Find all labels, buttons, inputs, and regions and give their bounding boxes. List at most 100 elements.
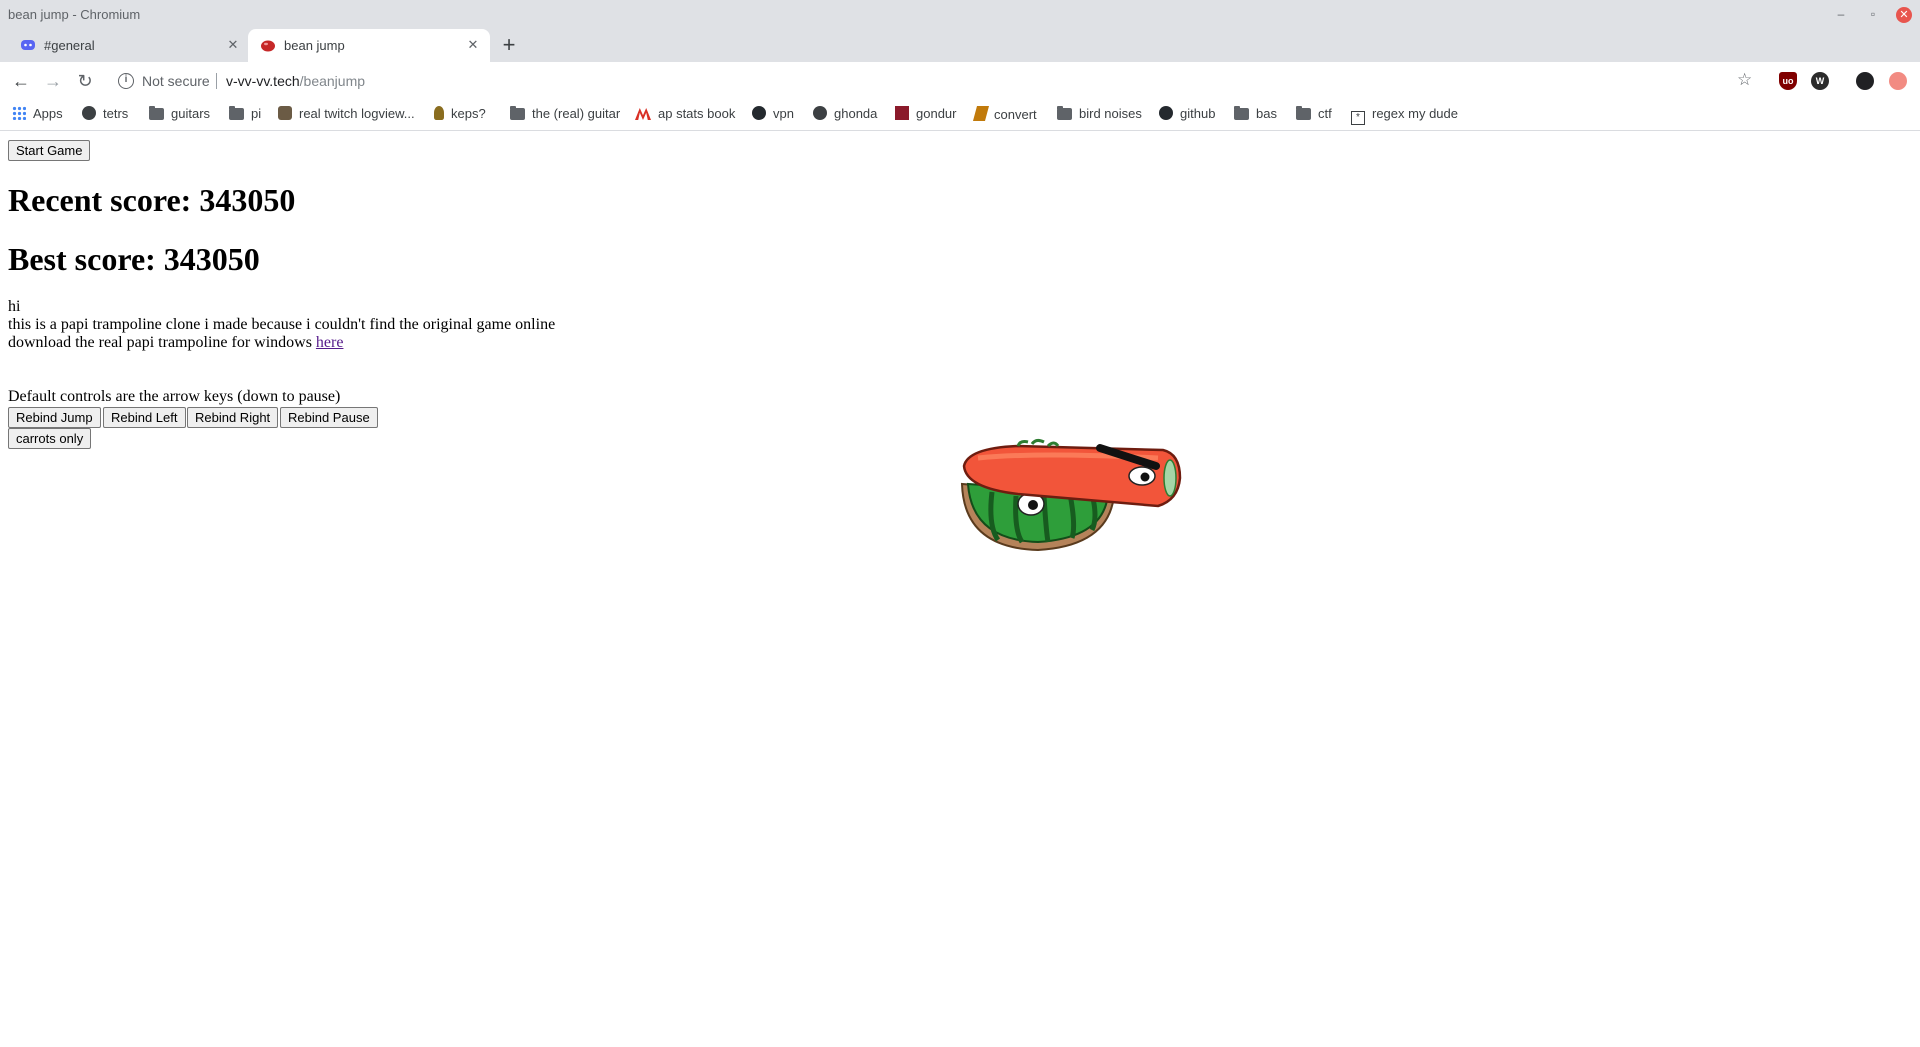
bookmark-label: github [1180,106,1216,121]
bookmark-label: ap stats book [658,106,736,121]
omnibox-divider [216,73,217,89]
tab-label: #general [44,38,95,53]
bookmark-pi[interactable]: pi [229,106,261,124]
bookmark-keps[interactable]: keps? [434,106,486,124]
bookmark-gondur[interactable]: gondur [895,106,956,124]
start-game-button[interactable]: Start Game [8,140,91,161]
address-bar[interactable]: i Not secure v-vv-vv.tech/beanjump [108,66,1758,96]
discord-icon [21,40,35,50]
arrow-right-icon: → [44,71,62,91]
bookmark-real-guitar[interactable]: the (real) guitar [510,106,620,124]
bookmark-label: regex my dude [1372,106,1458,121]
carrots-only-button[interactable]: carrots only [8,428,92,449]
bookmark-bas[interactable]: bas [1234,106,1277,124]
github-icon [1159,106,1173,120]
download-text: download the real papi trampoline for wi… [8,334,316,351]
security-status[interactable]: Not secure [142,73,210,89]
bookmark-label: Apps [33,106,63,121]
bookmarks-bar: Apps tetrs guitars pi real twitch logvie… [0,99,1920,131]
tab-close-icon[interactable]: ✕ [464,36,482,54]
tab-label: bean jump [284,38,345,53]
bookmark-label: bas [1256,106,1277,121]
w-extension-icon[interactable]: W [1811,72,1829,90]
close-icon: ✕ [1896,7,1912,23]
controls-note: Default controls are the arrow keys (dow… [8,388,341,405]
bookmark-label: real twitch logview... [299,106,415,121]
reload-icon: ↻ [77,71,93,91]
globe-icon [82,106,96,120]
twitch-icon [278,106,292,120]
bean-sprite [960,438,1182,552]
download-link[interactable]: here [316,334,344,351]
gondur-icon [895,106,909,120]
folder-icon [510,106,525,120]
bookmark-label: vpn [773,106,794,121]
browser-toolbar: ← → ↻ i Not secure v-vv-vv.tech/beanjump… [0,62,1920,99]
plus-icon: + [502,32,516,57]
back-button[interactable]: ← [8,68,34,94]
bookmark-github[interactable]: github [1159,106,1215,124]
url-path: /beanjump [299,73,366,89]
rebind-jump-button[interactable]: Rebind Jump [8,407,101,428]
folder-icon [229,106,244,120]
bookmark-label: ghonda [834,106,878,121]
bookmark-vpn[interactable]: vpn [752,106,794,124]
tab-close-icon[interactable]: ✕ [224,36,242,54]
window-title: bean jump - Chromium [8,7,141,22]
window-titlebar: bean jump - Chromium – ▫ ✕ [0,0,1920,29]
update-icon[interactable] [1889,72,1907,90]
intro-greeting: hi [8,298,21,315]
regex-icon: * [1351,111,1365,125]
folder-icon [1234,106,1249,120]
bookmark-tetrs[interactable]: tetrs [82,106,128,124]
bookmark-ctf[interactable]: ctf [1296,106,1332,124]
bookmark-bird-noises[interactable]: bird noises [1057,106,1142,124]
best-score: Best score: 343050 [8,241,260,277]
bookmark-label: convert [994,107,1037,122]
tab-general[interactable]: #general ✕ [8,29,250,62]
bookmark-star-icon[interactable]: ☆ [1737,70,1752,90]
ublock-extension-icon[interactable]: uo [1779,72,1797,90]
minimize-button[interactable]: – [1831,4,1851,24]
bookmark-label: the (real) guitar [532,106,621,121]
bookmark-label: bird noises [1079,106,1142,121]
ap-icon [635,108,651,120]
maximize-button[interactable]: ▫ [1863,4,1883,24]
rebind-pause-button[interactable]: Rebind Pause [280,407,378,428]
folder-icon [1296,106,1311,120]
forward-button[interactable]: → [40,68,66,94]
close-window-button[interactable]: ✕ [1894,4,1914,24]
url-text[interactable]: v-vv-vv.tech/beanjump [226,73,365,89]
page-content: Start Game Recent score: 343050 Best sco… [0,132,1920,1047]
bookmark-label: gondur [916,106,957,121]
convert-icon [972,106,990,121]
rebind-left-button[interactable]: Rebind Left [103,407,186,428]
bookmark-label: pi [251,106,262,121]
bookmark-convert[interactable]: convert [972,106,1037,124]
minimize-icon: – [1837,7,1845,21]
intro-description: this is a papi trampoline clone i made b… [8,316,556,333]
tab-strip: #general ✕ bean jump ✕ + [0,29,1920,62]
github-icon [752,106,766,120]
info-icon[interactable]: i [118,73,134,89]
maximize-icon: ▫ [1870,7,1876,21]
bookmark-guitars[interactable]: guitars [149,106,210,124]
arrow-left-icon: ← [12,71,30,91]
bookmark-apps[interactable]: Apps [12,106,63,124]
intro-download-line: download the real papi trampoline for wi… [8,334,343,352]
bookmark-twitch-logviewer[interactable]: real twitch logview... [278,106,415,124]
bookmark-ap-stats-book[interactable]: ap stats book [635,106,735,124]
reload-button[interactable]: ↻ [72,68,98,94]
rebind-right-button[interactable]: Rebind Right [187,407,279,428]
url-host: v-vv-vv.tech [226,73,300,89]
bookmark-label: guitars [171,106,211,121]
folder-icon [1057,106,1072,120]
profile-avatar-icon[interactable] [1856,72,1874,90]
bookmark-regex[interactable]: * regex my dude [1351,106,1458,125]
folder-icon [149,106,164,120]
new-tab-button[interactable]: + [496,33,522,59]
recent-score: Recent score: 343050 [8,182,296,218]
apps-grid-icon [12,106,26,120]
tab-bean-jump[interactable]: bean jump ✕ [248,29,490,62]
bookmark-ghonda[interactable]: ghonda [813,106,877,124]
